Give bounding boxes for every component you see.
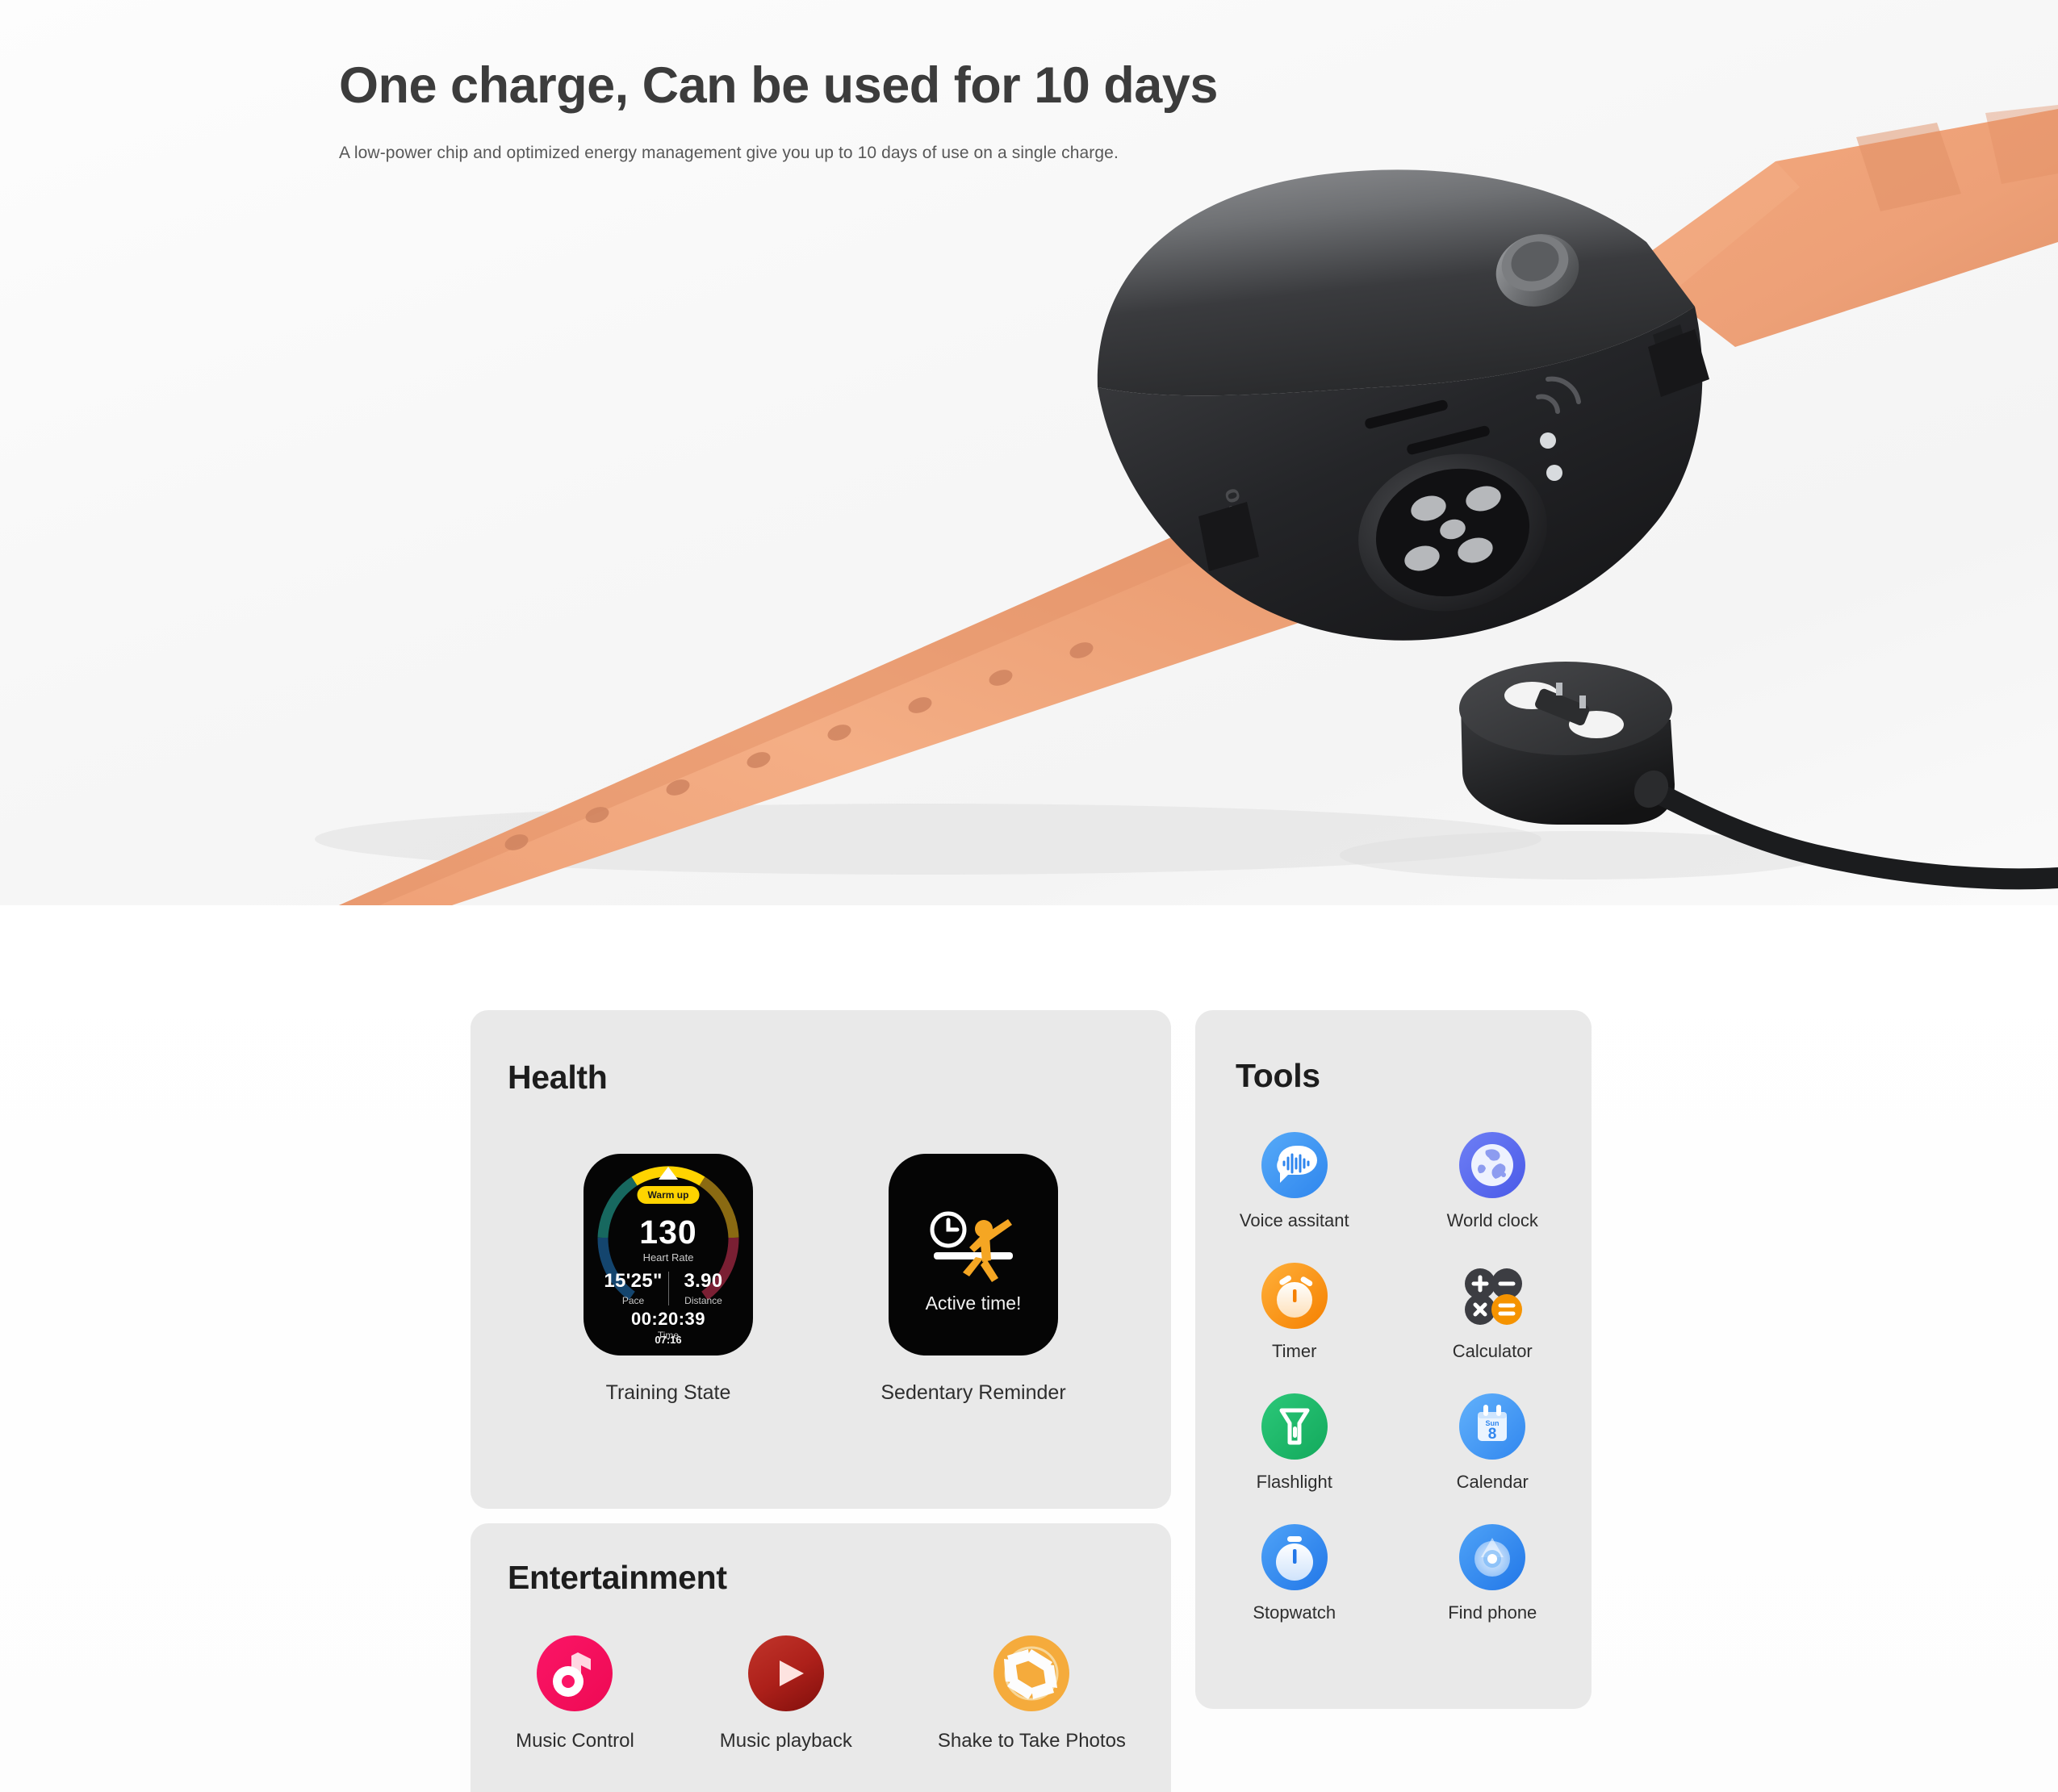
tools-item-timer[interactable]: Timer [1261,1262,1328,1362]
product-feature-page: One charge, Can be used for 10 days A lo… [0,0,2058,1792]
features-section: Health Warm up 130 Heart Rate 15'25" Pac… [0,905,2058,1792]
entertainment-items: Music Control Music playback Shake to Ta… [471,1635,1171,1752]
find-phone-icon [1459,1524,1526,1590]
tools-card-title: Tools [1236,1057,1320,1094]
zone-pointer-icon [659,1167,678,1180]
health-tile-label: Training State [605,1381,731,1404]
tools-item-label: Calendar [1456,1472,1529,1492]
hero-section: One charge, Can be used for 10 days A lo… [0,0,2058,905]
charger-dock [1459,662,2058,890]
heart-rate-value: 130 [639,1213,697,1251]
tools-item-calculator[interactable]: Calculator [1453,1262,1533,1362]
pace-label: Pace [621,1295,645,1306]
health-tile-training-state[interactable]: Warm up 130 Heart Rate 15'25" Pace 3.90 [584,1154,753,1405]
play-circle-icon [747,1635,824,1711]
tools-item-label: Flashlight [1256,1472,1332,1492]
heart-rate-label: Heart Rate [642,1251,694,1264]
health-tile-sedentary-reminder[interactable]: Active time! Sedentary Reminder [881,1154,1066,1405]
tools-item-find-phone[interactable]: Find phone [1448,1523,1537,1623]
tools-card: Tools Voice assitant World clock Timer C… [1195,1010,1592,1709]
hero-text-block: One charge, Can be used for 10 days A lo… [339,56,1469,163]
sedentary-person-clock-icon [930,1211,1013,1282]
pace-value: 15'25" [604,1270,663,1292]
voice-assistant-icon [1261,1132,1328,1198]
entertainment-item-music-control[interactable]: Music Control [516,1635,634,1752]
entertainment-item-label: Shake to Take Photos [937,1730,1126,1752]
tools-item-world-clock[interactable]: World clock [1447,1131,1538,1231]
tools-item-voice-assistant[interactable]: Voice assitant [1240,1131,1349,1231]
alarm-clock-icon [1261,1263,1328,1329]
pace-distance-row: 15'25" Pace 3.90 Distance [584,1270,753,1306]
page-title: One charge, Can be used for 10 days [339,57,1218,114]
tools-item-label: World clock [1446,1210,1538,1230]
tools-item-label: Find phone [1448,1602,1537,1623]
music-note-icon [537,1635,613,1711]
distance-block: 3.90 Distance [669,1270,738,1306]
entertainment-card-title: Entertainment [508,1559,727,1596]
elapsed-time-value: 00:20:39 [630,1309,706,1329]
brand-mark: mibro [1215,483,1264,563]
flashlight-icon [1261,1393,1328,1460]
calendar-icon: Sun 8 [1459,1393,1526,1460]
sedentary-reminder-watchface: Active time! [889,1154,1058,1355]
pace-block: 15'25" Pace [599,1270,668,1306]
training-state-watchface: Warm up 130 Heart Rate 15'25" Pace 3.90 [584,1154,753,1355]
health-card-title: Health [508,1059,608,1096]
tools-item-label: Stopwatch [1253,1602,1336,1623]
calculator-icon [1465,1268,1523,1325]
tools-item-stopwatch[interactable]: Stopwatch [1253,1523,1336,1623]
distance-label: Distance [684,1295,722,1306]
tools-items: Voice assitant World clock Timer Calcula… [1195,1131,1592,1623]
distance-value: 3.90 [684,1270,723,1292]
tools-item-calendar[interactable]: Sun 8 Calendar [1457,1393,1529,1493]
entertainment-card: Entertainment Music Control Music playba… [471,1523,1171,1792]
health-card: Health Warm up 130 Heart Rate 15'25" Pac… [471,1010,1171,1509]
entertainment-item-music-playback[interactable]: Music playback [720,1635,852,1752]
entertainment-item-label: Music playback [719,1730,852,1752]
tools-item-label: Timer [1272,1341,1317,1361]
globe-icon [1459,1132,1526,1198]
health-tiles: Warm up 130 Heart Rate 15'25" Pace 3.90 [471,1154,1171,1405]
page-subtitle: A low-power chip and optimized energy ma… [339,144,1119,163]
sedentary-message: Active time! [925,1293,1022,1314]
entertainment-item-shake-to-take-photos[interactable]: Shake to Take Photos [938,1635,1126,1752]
camera-shutter-icon [993,1635,1070,1711]
training-status-badge: Warm up [637,1186,700,1204]
tools-item-label: Calculator [1452,1341,1533,1361]
watch-clock: 07:16 [655,1334,682,1346]
calendar-day: 8 [1488,1426,1497,1443]
health-tile-label: Sedentary Reminder [881,1381,1066,1404]
tools-item-label: Voice assitant [1239,1210,1349,1230]
entertainment-item-label: Music Control [516,1730,634,1752]
tools-item-flashlight[interactable]: Flashlight [1257,1393,1332,1493]
stopwatch-icon [1261,1524,1328,1590]
